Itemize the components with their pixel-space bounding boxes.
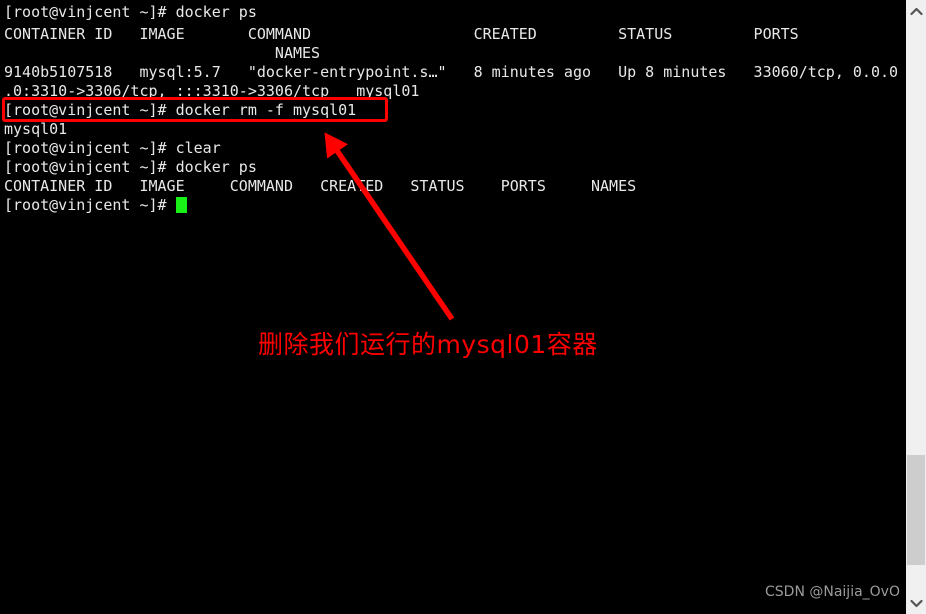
terminal-line: CONTAINER ID IMAGE COMMAND CREATED STATU… bbox=[4, 25, 799, 43]
terminal-line: [root@vinjcent ~]# docker ps bbox=[4, 158, 257, 176]
scroll-up-button[interactable] bbox=[906, 2, 926, 20]
terminal-line: mysql01 bbox=[4, 120, 68, 138]
chevron-up-icon bbox=[909, 7, 923, 15]
screenshot-root: [root@vinjcent ~]# docker ps CONTAINER I… bbox=[0, 0, 926, 614]
terminal-line: CONTAINER ID IMAGE COMMAND CREATED STATU… bbox=[4, 177, 637, 195]
terminal-cursor bbox=[176, 197, 187, 213]
terminal-line: NAMES bbox=[4, 44, 321, 62]
scroll-down-button[interactable] bbox=[906, 594, 926, 612]
terminal-line: [root@vinjcent ~]# docker ps bbox=[4, 3, 257, 21]
vertical-scrollbar[interactable] bbox=[906, 0, 926, 614]
chevron-down-icon bbox=[909, 599, 923, 607]
terminal-line: 9140b5107518 mysql:5.7 "docker-entrypoin… bbox=[4, 63, 899, 81]
terminal-line-highlighted: [root@vinjcent ~]# docker rm -f mysql01 bbox=[4, 101, 357, 119]
terminal-window[interactable]: [root@vinjcent ~]# docker ps CONTAINER I… bbox=[0, 0, 906, 614]
scrollbar-thumb[interactable] bbox=[907, 455, 925, 565]
terminal-line: .0:3310->3306/tcp, :::3310->3306/tcp mys… bbox=[4, 82, 420, 100]
terminal-line-prompt: [root@vinjcent ~]# bbox=[4, 196, 176, 214]
terminal-line: [root@vinjcent ~]# clear bbox=[4, 139, 221, 157]
